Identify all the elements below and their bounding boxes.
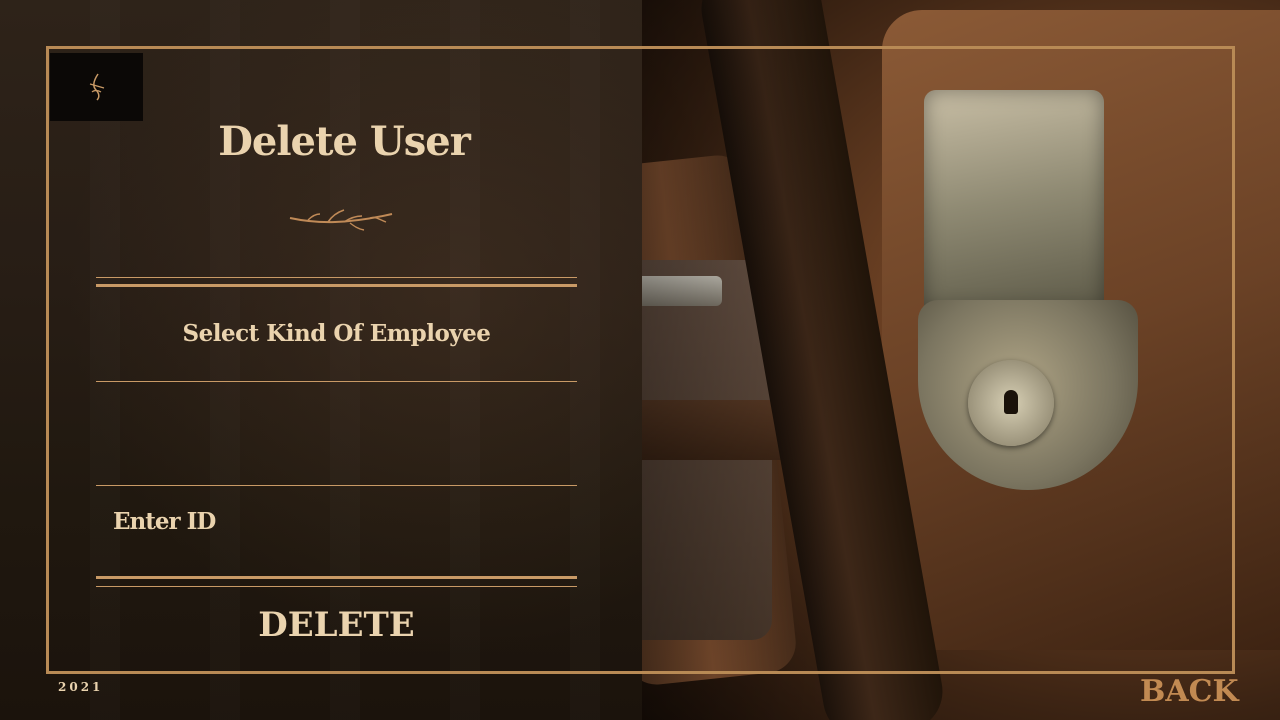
divider-line bbox=[96, 586, 577, 587]
enter-id-label: Enter ID bbox=[113, 508, 216, 535]
divider-line bbox=[96, 485, 577, 486]
logo bbox=[50, 53, 143, 121]
divider-line bbox=[96, 576, 577, 579]
back-button[interactable]: BACK bbox=[1140, 674, 1239, 709]
employee-kind-select[interactable]: Select Kind Of Employee bbox=[96, 288, 577, 378]
twig-ornament-icon bbox=[289, 209, 393, 231]
monogram-logo-icon bbox=[89, 73, 104, 101]
delete-button[interactable]: DELETE bbox=[96, 596, 577, 654]
employee-kind-dropdown[interactable] bbox=[96, 384, 577, 482]
divider-line bbox=[96, 381, 577, 382]
divider-line bbox=[96, 277, 577, 278]
divider-line bbox=[96, 284, 577, 287]
year-label: 2021 bbox=[58, 680, 104, 694]
page-title: Delete User bbox=[218, 118, 471, 165]
id-input[interactable] bbox=[240, 500, 574, 550]
